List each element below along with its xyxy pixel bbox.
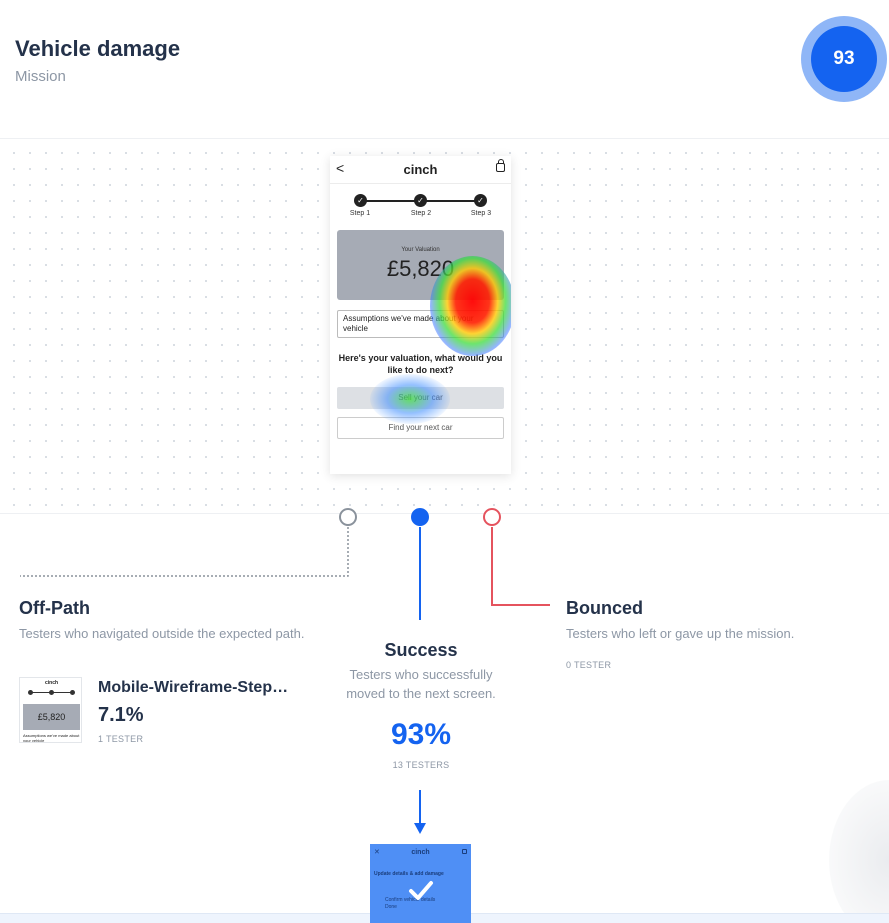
off-path-screen-name[interactable]: Mobile-Wireframe-Step… (98, 679, 298, 697)
success-description: Testers who successfully moved to the ne… (346, 667, 496, 701)
next-brand: cinch (411, 849, 430, 856)
bounced-description: Testers who left or gave up the mission. (566, 626, 795, 641)
next-screen-preview[interactable]: ✕ cinch Update details & add damage Conf… (370, 844, 471, 923)
success-tester-count: 13 TESTERS (392, 760, 450, 770)
thumb-note: Assumptions we've made about your vehicl… (23, 733, 80, 743)
off-path-node[interactable] (339, 508, 357, 526)
success-node[interactable] (411, 508, 429, 526)
off-path-description: Testers who navigated outside the expect… (19, 626, 305, 641)
off-path-screen-thumbnail[interactable]: cinch £5,820 Assumptions we've made abou… (19, 677, 82, 743)
check-icon (409, 881, 433, 900)
flow-connectors (20, 527, 550, 834)
next-heading: Update details & add damage (374, 871, 444, 877)
off-path-tester-count: 1 TESTER (98, 734, 144, 744)
bounced-tester-count: 0 TESTER (566, 660, 612, 670)
thumb-brand: cinch (44, 680, 59, 686)
lock-icon (462, 849, 467, 854)
off-path-percent: 7.1% (98, 704, 144, 726)
off-path-title: Off-Path (19, 598, 90, 618)
thumb-value: £5,820 (37, 712, 66, 722)
success-percent: 93% (390, 718, 452, 751)
bounced-title: Bounced (566, 598, 644, 618)
success-title: Success (384, 640, 458, 660)
bounced-node[interactable] (483, 508, 501, 526)
